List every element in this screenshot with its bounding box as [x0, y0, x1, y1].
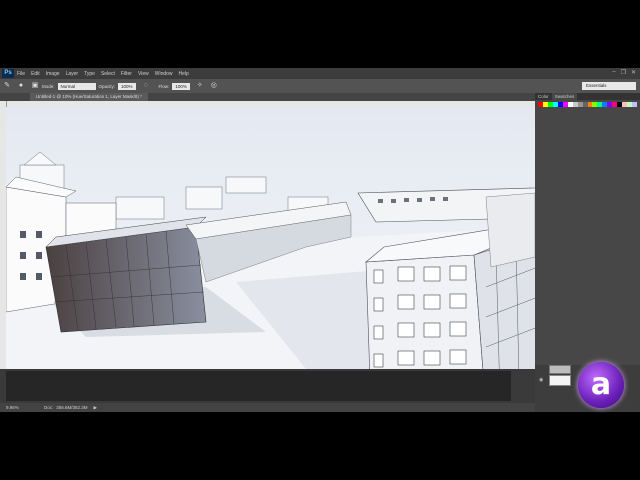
- zoom-level[interactable]: 9.96%: [6, 405, 30, 410]
- brush-panel-icon[interactable]: ▣: [31, 82, 39, 90]
- eye-icon[interactable]: ◉: [539, 377, 543, 383]
- mode-label: Mode:: [42, 83, 55, 89]
- timeline-panel: [0, 369, 535, 403]
- document-tab[interactable]: Untitled-1 @ 10% (Hue/Saturation 1, Laye…: [30, 93, 148, 101]
- options-bar: ✎ ● ▣ Mode: Normal Opacity: 100% ◌ Flow:…: [0, 79, 640, 93]
- tab-color[interactable]: Color: [535, 93, 552, 100]
- photoshop-window: Ps File Edit Image Layer Type Select Fil…: [0, 68, 640, 412]
- menu-window[interactable]: Window: [155, 71, 173, 77]
- timeline-area[interactable]: [6, 371, 511, 401]
- document-tab-bar: Untitled-1 @ 10% (Hue/Saturation 1, Laye…: [0, 93, 535, 101]
- tab-swatches[interactable]: Swatches: [551, 93, 578, 100]
- menu-edit[interactable]: Edit: [31, 71, 40, 77]
- pressure-size-icon[interactable]: ◎: [210, 82, 218, 90]
- menu-bar: Ps File Edit Image Layer Type Select Fil…: [0, 68, 640, 79]
- workspace-select[interactable]: Essentials: [582, 82, 636, 90]
- swatch[interactable]: [632, 102, 638, 107]
- opacity-label: Opacity:: [98, 83, 116, 89]
- minimize-icon[interactable]: –: [612, 69, 615, 76]
- doc-size-value: 356.6M/362.3M: [56, 405, 88, 410]
- flow-label: Flow:: [158, 83, 170, 89]
- architectural-render-image: [6, 107, 535, 369]
- layer-mask-thumbnail[interactable]: [549, 375, 571, 386]
- flow-field[interactable]: 100%: [172, 82, 190, 90]
- status-arrow-icon[interactable]: ▶: [94, 405, 97, 411]
- menu-image[interactable]: Image: [46, 71, 60, 77]
- menu-type[interactable]: Type: [84, 71, 95, 77]
- brush-preset-icon[interactable]: ●: [17, 82, 25, 90]
- photoshop-logo-icon: Ps: [2, 69, 14, 78]
- doc-size-label: Doc:: [44, 405, 54, 410]
- airbrush-icon[interactable]: ✧: [196, 82, 204, 90]
- layer-thumbnail[interactable]: [549, 365, 571, 374]
- brand-logo-icon: a: [578, 362, 624, 408]
- color-panel-tabs: Color Swatches: [535, 93, 640, 100]
- opacity-field[interactable]: 100%: [118, 82, 136, 90]
- swatch-grid: [538, 102, 638, 107]
- pressure-opacity-icon[interactable]: ◌: [142, 82, 150, 90]
- status-bar: 9.96% Doc: 356.6M/362.3M ▶: [0, 403, 535, 412]
- menu-select[interactable]: Select: [101, 71, 115, 77]
- menu-filter[interactable]: Filter: [121, 71, 132, 77]
- menu-layer[interactable]: Layer: [66, 71, 79, 77]
- close-icon[interactable]: ✕: [631, 69, 636, 76]
- menu-help[interactable]: Help: [179, 71, 189, 77]
- menu-view[interactable]: View: [138, 71, 149, 77]
- menu-file[interactable]: File: [17, 71, 25, 77]
- document-canvas[interactable]: [6, 107, 535, 369]
- brand-logo-letter: a: [590, 367, 612, 402]
- restore-icon[interactable]: ❐: [621, 69, 626, 76]
- mode-select[interactable]: Normal: [57, 82, 96, 90]
- brush-tool-icon[interactable]: ✎: [3, 82, 11, 90]
